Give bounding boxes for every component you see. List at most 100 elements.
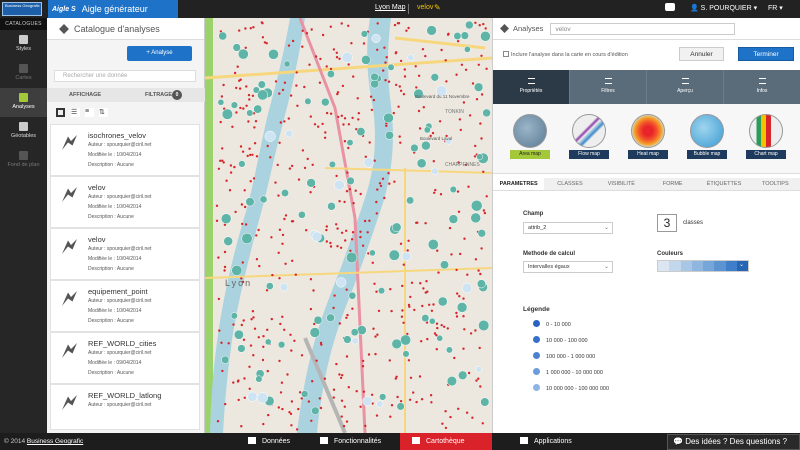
list-item[interactable]: REF_WORLD_cities Auteur : spourquier@cir… <box>50 332 200 384</box>
velov-point[interactable] <box>301 149 305 152</box>
velov-cluster[interactable] <box>247 391 258 402</box>
velov-point[interactable] <box>244 46 247 49</box>
velov-point[interactable] <box>471 82 475 85</box>
velov-point[interactable] <box>329 25 332 28</box>
velov-point[interactable] <box>475 379 478 382</box>
velov-cluster[interactable] <box>217 98 225 106</box>
velov-point[interactable] <box>401 309 404 312</box>
velov-point[interactable] <box>243 205 247 209</box>
velov-point[interactable] <box>428 303 431 306</box>
velov-point[interactable] <box>376 333 379 336</box>
velov-point[interactable] <box>329 241 332 245</box>
velov-point[interactable] <box>229 171 233 174</box>
velov-point[interactable] <box>321 122 324 126</box>
velov-point[interactable] <box>457 407 460 410</box>
velov-point[interactable] <box>482 209 486 212</box>
velov-point[interactable] <box>455 73 458 76</box>
velov-point[interactable] <box>265 42 268 45</box>
velov-cluster[interactable] <box>255 375 263 383</box>
velov-cluster[interactable] <box>268 48 279 60</box>
velov-point[interactable] <box>228 189 232 192</box>
velov-point[interactable] <box>368 141 371 144</box>
velov-cluster[interactable] <box>279 282 289 292</box>
velov-point[interactable] <box>289 333 292 336</box>
velov-cluster[interactable] <box>437 296 448 307</box>
velov-point[interactable] <box>485 67 488 70</box>
velov-point[interactable] <box>421 48 425 51</box>
velov-point[interactable] <box>399 89 403 93</box>
velov-point[interactable] <box>297 178 301 181</box>
velov-cluster[interactable] <box>327 202 336 211</box>
velov-point[interactable] <box>240 425 243 428</box>
velov-point[interactable] <box>409 295 412 299</box>
velov-point[interactable] <box>281 88 285 92</box>
velov-point[interactable] <box>250 318 253 321</box>
velov-point[interactable] <box>424 222 427 225</box>
velov-point[interactable] <box>281 315 284 318</box>
velov-point[interactable] <box>370 108 374 112</box>
velov-point[interactable] <box>229 164 233 167</box>
velov-point[interactable] <box>231 125 234 128</box>
velov-point[interactable] <box>309 115 312 118</box>
velov-point[interactable] <box>376 22 379 25</box>
velov-cluster[interactable] <box>218 31 228 41</box>
velov-point[interactable] <box>394 377 397 380</box>
velov-point[interactable] <box>403 75 407 78</box>
velov-point[interactable] <box>453 356 456 360</box>
velov-point[interactable] <box>301 29 304 32</box>
velov-point[interactable] <box>448 226 452 230</box>
velov-point[interactable] <box>392 111 395 115</box>
velov-point[interactable] <box>338 57 341 60</box>
velov-point[interactable] <box>345 420 349 423</box>
velov-point[interactable] <box>474 329 477 332</box>
tab-apercu[interactable]: Aperçu <box>647 70 724 104</box>
velov-point[interactable] <box>343 200 346 204</box>
velov-point[interactable] <box>303 85 306 89</box>
velov-point[interactable] <box>383 196 386 200</box>
velov-point[interactable] <box>277 406 280 409</box>
velov-point[interactable] <box>473 155 477 158</box>
chat-icon[interactable] <box>665 3 675 11</box>
velov-point[interactable] <box>217 167 221 170</box>
velov-cluster[interactable] <box>245 197 255 207</box>
velov-point[interactable] <box>323 377 327 380</box>
velov-cluster[interactable] <box>391 222 402 233</box>
map-canvas[interactable]: Lyon TONKIN CHARPENNES Boulevard du 11 N… <box>205 18 492 433</box>
velov-point[interactable] <box>319 406 323 410</box>
velov-point[interactable] <box>286 373 289 376</box>
velov-point[interactable] <box>301 45 304 48</box>
velov-cluster[interactable] <box>238 160 246 168</box>
velov-cluster[interactable] <box>360 30 369 38</box>
velov-point[interactable] <box>399 59 403 63</box>
cancel-button[interactable]: Annuler <box>679 47 724 61</box>
velov-point[interactable] <box>389 415 392 418</box>
velov-point[interactable] <box>444 59 447 62</box>
velov-cluster[interactable] <box>456 302 468 313</box>
velov-cluster[interactable] <box>473 82 484 92</box>
velov-point[interactable] <box>335 56 339 59</box>
velov-point[interactable] <box>347 123 351 126</box>
velov-point[interactable] <box>347 63 350 66</box>
velov-point[interactable] <box>329 112 333 115</box>
velov-cluster[interactable] <box>346 176 355 186</box>
velov-point[interactable] <box>235 86 238 90</box>
nav-applications[interactable]: Applications <box>510 433 582 450</box>
velov-point[interactable] <box>424 54 427 58</box>
velov-point[interactable] <box>329 245 333 248</box>
velov-point[interactable] <box>477 377 480 380</box>
velov-point[interactable] <box>372 98 376 102</box>
velov-point[interactable] <box>308 63 311 66</box>
velov-point[interactable] <box>223 250 227 254</box>
velov-point[interactable] <box>344 239 347 242</box>
velov-point[interactable] <box>219 120 222 124</box>
velov-point[interactable] <box>379 184 383 188</box>
velov-point[interactable] <box>343 405 346 408</box>
velov-point[interactable] <box>245 104 248 108</box>
velov-point[interactable] <box>305 32 309 35</box>
velov-cluster[interactable] <box>480 31 491 42</box>
type-area-map[interactable]: Area map <box>510 114 550 160</box>
velov-cluster[interactable] <box>221 108 233 120</box>
velov-cluster[interactable] <box>421 140 431 151</box>
velov-cluster[interactable] <box>436 334 444 342</box>
velov-point[interactable] <box>340 415 343 418</box>
